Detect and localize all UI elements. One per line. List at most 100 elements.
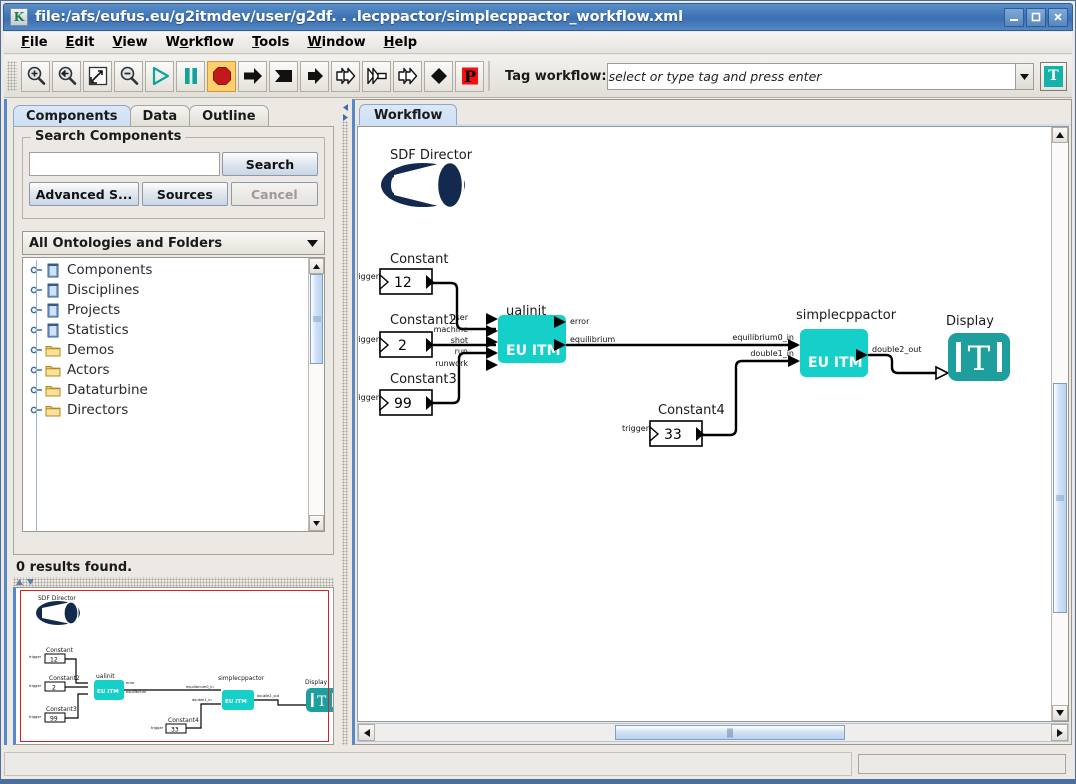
expand-handle-icon[interactable]: [29, 345, 45, 355]
tag-apply-button[interactable]: T: [1040, 61, 1067, 91]
search-button[interactable]: Search: [222, 152, 318, 176]
menu-view[interactable]: View: [104, 34, 157, 51]
flag-button[interactable]: [269, 60, 298, 92]
tab-workflow[interactable]: Workflow: [359, 104, 458, 125]
ualinit-port-machine: machine: [434, 325, 468, 334]
status-mini-field: [858, 754, 1066, 774]
splitter-grip[interactable]: [342, 121, 348, 745]
arrow-solid-button[interactable]: [300, 60, 329, 92]
expand-handle-icon[interactable]: [29, 265, 45, 275]
scroll-up-icon[interactable]: [309, 258, 324, 274]
scroll-up-icon[interactable]: [1052, 127, 1068, 143]
expand-handle-icon[interactable]: [29, 325, 45, 335]
menu-edit[interactable]: Edit: [57, 34, 104, 51]
canvas-hscroll-thumb[interactable]: [615, 725, 845, 740]
tree-connector-line: [36, 260, 37, 531]
fast-forward-button[interactable]: [331, 60, 360, 92]
expand-handle-icon[interactable]: [29, 285, 45, 295]
pause-button[interactable]: [176, 60, 205, 92]
menu-file[interactable]: File: [12, 34, 57, 51]
ualinit-port-user: user: [451, 313, 469, 322]
scroll-down-icon[interactable]: [1052, 705, 1068, 721]
tab-outline[interactable]: Outline: [189, 105, 269, 127]
folder-icon: [45, 343, 61, 358]
tree-item-actors[interactable]: Actors: [23, 360, 308, 380]
menu-help[interactable]: Help: [375, 34, 426, 51]
zoom-in-button[interactable]: [21, 60, 50, 92]
constant2-trigger-port-label: trigger: [358, 335, 380, 344]
canvas-horizontal-scrollbar[interactable]: [357, 723, 1069, 742]
simplecppactor-port-equilibrium0-in: equilibrium0_in: [732, 333, 794, 342]
simplecppactor-port-double1-in: double1_in: [750, 349, 794, 358]
sources-button[interactable]: Sources: [142, 182, 228, 206]
expand-handle-icon[interactable]: [29, 305, 45, 315]
canvas-scroll-track[interactable]: [1052, 143, 1068, 705]
constant2-value: 2: [398, 338, 407, 354]
ontology-select[interactable]: All Ontologies and Folders: [22, 231, 325, 255]
toolbar-grip[interactable]: [7, 61, 17, 91]
step-button[interactable]: [238, 60, 267, 92]
ontology-tree[interactable]: Components Disciplines Projects Statisti…: [22, 257, 325, 532]
step-into-button[interactable]: [393, 60, 422, 92]
tree-item-directors[interactable]: Directors: [23, 400, 308, 420]
tree-vertical-scrollbar[interactable]: [308, 258, 324, 531]
zoom-out-button[interactable]: [114, 60, 143, 92]
tree-item-dataturbine[interactable]: Dataturbine: [23, 380, 308, 400]
node-sdf-director: SDF Director: [381, 148, 473, 210]
tree-item-demos[interactable]: Demos: [23, 340, 308, 360]
tab-components[interactable]: Components: [13, 105, 131, 127]
minimize-button[interactable]: [1004, 7, 1024, 27]
menu-workflow[interactable]: Workflow: [157, 34, 243, 51]
tree-scroll-thumb[interactable]: [310, 274, 323, 364]
panel-splitter[interactable]: [338, 99, 352, 745]
menu-tools[interactable]: Tools: [243, 34, 298, 51]
canvas-hscroll-track[interactable]: [375, 724, 1051, 741]
tree-item-components[interactable]: Components: [23, 260, 308, 280]
expand-handle-icon[interactable]: [29, 405, 45, 415]
constant3-label: Constant3: [390, 372, 457, 387]
chevron-down-icon[interactable]: [1015, 62, 1034, 90]
window-title: file:/afs/eufus.eu/g2itmdev/user/g2df. .…: [35, 9, 683, 25]
run-button[interactable]: [145, 60, 174, 92]
tab-data[interactable]: Data: [129, 105, 191, 127]
splitter-collapse-left-icon[interactable]: [341, 103, 349, 112]
menu-window[interactable]: Window: [298, 34, 374, 51]
folder-icon: [45, 383, 61, 398]
tree-item-projects[interactable]: Projects: [23, 300, 308, 320]
tree-scroll-track[interactable]: [309, 274, 324, 515]
scroll-right-icon[interactable]: [1051, 724, 1068, 741]
horizontal-splitter[interactable]: [13, 577, 334, 587]
node-constant4: Constant4 trigger 33: [622, 403, 725, 447]
close-button[interactable]: [1048, 7, 1068, 27]
maximize-button[interactable]: [1026, 7, 1046, 27]
tag-workflow-combo[interactable]: select or type tag and press enter: [606, 62, 1034, 90]
expand-handle-icon[interactable]: [29, 385, 45, 395]
zoom-fit-button[interactable]: [83, 60, 112, 92]
zoom-reset-button[interactable]: [52, 60, 81, 92]
sdf-director-label: SDF Director: [390, 148, 473, 163]
scroll-grip-icon: [312, 316, 321, 322]
stop-button[interactable]: [207, 60, 236, 92]
scroll-left-icon[interactable]: [358, 724, 375, 741]
step-over-button[interactable]: [362, 60, 391, 92]
diamond-button[interactable]: [424, 60, 453, 92]
search-input[interactable]: [29, 152, 220, 176]
workflow-graph[interactable]: SDF Director Constant igger 12 Constant2…: [358, 127, 1064, 707]
ontology-icon: [45, 323, 61, 338]
expand-handle-icon[interactable]: [29, 365, 45, 375]
chevron-down-icon[interactable]: [300, 238, 324, 248]
ontology-icon: [45, 303, 61, 318]
advanced-search-button[interactable]: Advanced S...: [29, 182, 139, 206]
scroll-down-icon[interactable]: [309, 515, 324, 531]
canvas-scroll-thumb[interactable]: [1053, 383, 1067, 613]
tree-item-statistics[interactable]: Statistics: [23, 320, 308, 340]
cancel-button[interactable]: Cancel: [230, 182, 318, 206]
simplecppactor-port-double2-out: double2_out: [872, 345, 921, 354]
workflow-canvas[interactable]: SDF Director Constant igger 12 Constant2…: [357, 126, 1069, 722]
constant-label: Constant: [390, 252, 448, 267]
workflow-thumbnail[interactable]: SDF Director Constant 12 trigger Constan…: [13, 587, 334, 745]
tag-workflow-input[interactable]: select or type tag and press enter: [606, 62, 1015, 90]
tree-item-disciplines[interactable]: Disciplines: [23, 280, 308, 300]
canvas-vertical-scrollbar[interactable]: [1051, 127, 1068, 721]
provenance-button[interactable]: P: [455, 60, 484, 92]
